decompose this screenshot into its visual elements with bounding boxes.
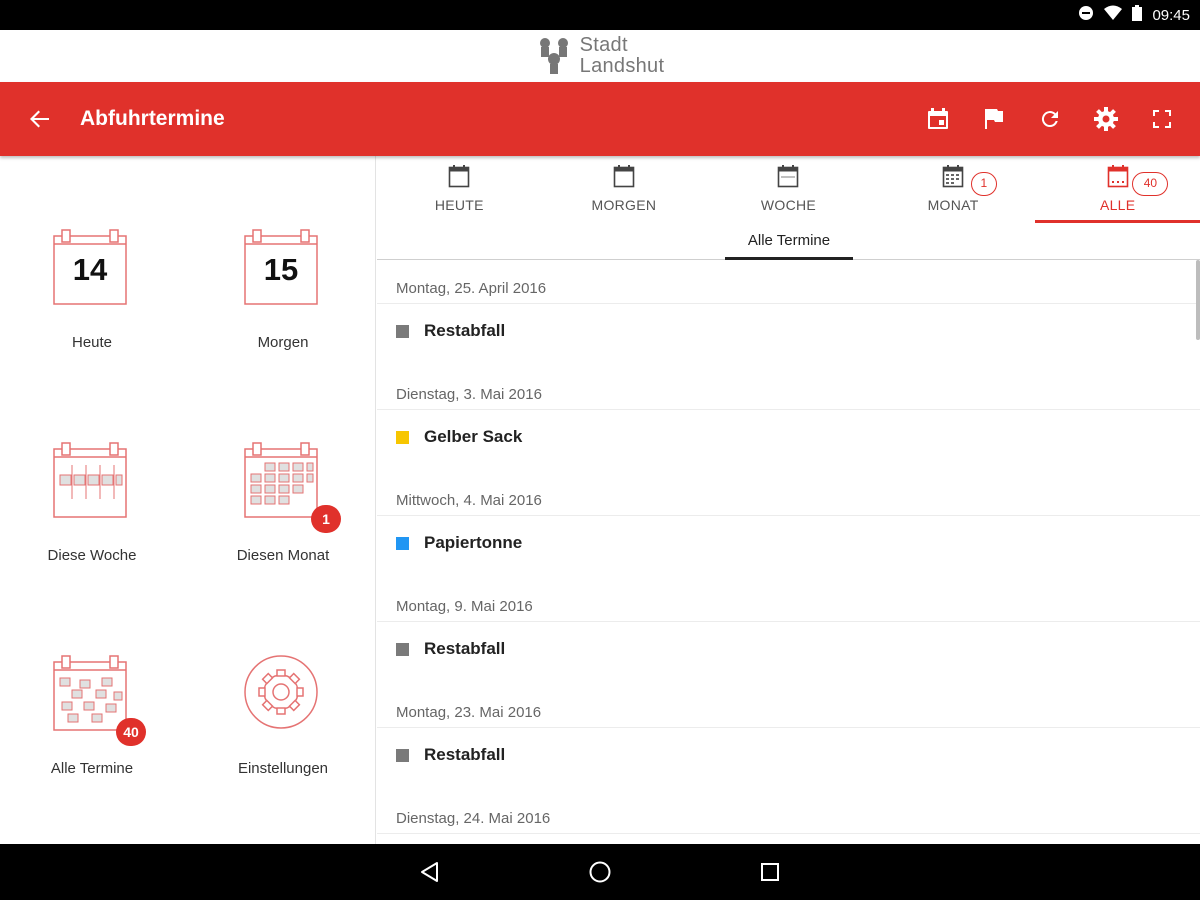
circle-home-icon [589, 861, 611, 883]
fullscreen-icon [1153, 110, 1171, 128]
calendar-all-icon [1107, 165, 1128, 188]
calendar-month-icon: 1 [243, 441, 341, 533]
date-header: Dienstag, 24. Mai 2016 [377, 790, 1200, 834]
waste-color-swatch [396, 642, 409, 656]
tile-label: Diesen Monat [236, 547, 330, 564]
refresh-icon [1041, 111, 1058, 128]
battery-icon [1132, 5, 1143, 25]
waste-type-label: Restabfall [424, 639, 506, 658]
tab-label: ALLE [1099, 197, 1136, 213]
date-header: Dienstag, 3. Mai 2016 [377, 366, 1200, 410]
waste-type-label: Papiertonne [424, 533, 523, 552]
tile-diese-woche[interactable]: Diese Woche [17, 441, 167, 591]
tab-label: WOCHE [760, 197, 817, 213]
date-header: Mittwoch, 4. Mai 2016 [377, 472, 1200, 516]
system-nav-bar [0, 844, 1200, 900]
tile-label: Diese Woche [47, 547, 137, 564]
logo-line-2: Landshut [579, 55, 665, 77]
shortcut-panel: 14 Heute 15 Morgen Diese Woche 1 Diesen … [0, 156, 376, 844]
waste-color-swatch [396, 748, 409, 762]
tile-label: Morgen [257, 334, 309, 351]
fullscreen-button[interactable] [1134, 91, 1190, 147]
arrow-back-icon [30, 110, 49, 128]
calendar-day-number: 14 [72, 252, 108, 287]
tile-diesen-monat[interactable]: 1 Diesen Monat [208, 441, 358, 591]
calendar-day-icon [448, 165, 470, 188]
appointments-panel: HEUTE MORGEN WOCHE MONAT 1 ALLE 40 Alle … [377, 156, 1200, 844]
tab-label: HEUTE [434, 197, 484, 213]
tab-woche[interactable]: WOCHE [706, 156, 871, 226]
tab-heute[interactable]: HEUTE [377, 156, 542, 226]
tab-alle[interactable]: ALLE 40 [1035, 156, 1200, 226]
date-header: Montag, 9. Mai 2016 [377, 578, 1200, 622]
calendar-month-icon [942, 165, 964, 188]
app-toolbar: Abfuhrtermine [0, 82, 1200, 156]
date-header: Montag, 23. Mai 2016 [377, 684, 1200, 728]
tile-heute[interactable]: 14 Heute [17, 228, 167, 378]
clock-text: 09:45 [1152, 6, 1190, 24]
tile-badge: 40 [116, 718, 146, 746]
waste-color-swatch [396, 324, 409, 338]
waste-type-label: Gelber Sack [424, 427, 523, 446]
waste-type-label: Restabfall [424, 321, 506, 340]
tile-label: Heute [71, 334, 113, 351]
dnd-icon [1078, 5, 1094, 25]
refresh-button[interactable] [1022, 91, 1078, 147]
subtab-alle-termine[interactable]: Alle Termine [725, 226, 853, 260]
flag-icon [985, 109, 1003, 129]
tile-morgen[interactable]: 15 Morgen [208, 228, 358, 378]
tab-badge: 1 [970, 172, 997, 196]
tile-label: Alle Termine [50, 760, 134, 777]
waste-type-label: Restabfall [424, 745, 506, 764]
logo-header: Stadt Landshut [0, 30, 1200, 82]
period-tabs: HEUTE MORGEN WOCHE MONAT 1 ALLE 40 [377, 156, 1200, 226]
calendar-all-icon: 40 [52, 654, 146, 746]
calendar-today-button[interactable] [910, 91, 966, 147]
tab-monat[interactable]: MONAT 1 [871, 156, 1036, 226]
calendar-day-icon [613, 165, 635, 188]
calendar-day-icon: 14 [52, 228, 132, 308]
settings-button[interactable] [1078, 91, 1134, 147]
subtab-bar: Alle Termine [377, 226, 1200, 260]
calendar-today-icon [928, 108, 948, 129]
nav-home-button[interactable] [580, 852, 620, 892]
date-header: Montag, 25. April 2016 [377, 260, 1200, 304]
nav-recents-button[interactable] [750, 852, 790, 892]
tile-einstellungen[interactable]: Einstellungen [208, 654, 358, 804]
status-bar: 09:45 [0, 0, 1200, 30]
waste-color-swatch [396, 536, 409, 550]
tab-morgen[interactable]: MORGEN [542, 156, 707, 226]
list-item[interactable]: Gelber Sack [377, 410, 1200, 472]
nav-back-button[interactable] [410, 852, 450, 892]
triangle-back-icon [421, 862, 438, 882]
flag-button[interactable] [966, 91, 1022, 147]
tab-label: MORGEN [591, 197, 657, 213]
tab-label: MONAT [927, 197, 979, 213]
calendar-day-number: 15 [263, 252, 299, 287]
tile-label: Einstellungen [237, 760, 329, 777]
wifi-icon [1104, 5, 1123, 25]
settings-icon [1094, 107, 1118, 131]
back-button[interactable] [0, 82, 80, 156]
calendar-day-icon: 15 [243, 228, 323, 308]
calendar-week-icon [778, 165, 799, 188]
waste-color-swatch [396, 430, 409, 444]
tile-badge: 1 [311, 505, 341, 533]
square-recents-icon [761, 863, 779, 881]
list-item[interactable]: Restabfall [377, 622, 1200, 684]
list-item[interactable]: Restabfall [377, 304, 1200, 366]
scrollbar[interactable] [1196, 260, 1200, 340]
appointment-list: Montag, 25. April 2016 Restabfall Dienst… [377, 260, 1200, 834]
list-item[interactable]: Papiertonne [377, 516, 1200, 578]
stadt-landshut-logo: Stadt Landshut [536, 35, 665, 77]
page-title: Abfuhrtermine [80, 107, 225, 130]
tile-alle-termine[interactable]: 40 Alle Termine [17, 654, 167, 804]
tab-indicator [1035, 220, 1200, 223]
coat-of-arms-icon [539, 38, 568, 74]
tab-badge: 40 [1132, 172, 1169, 196]
list-item[interactable]: Restabfall [377, 728, 1200, 790]
logo-line-1: Stadt [579, 34, 628, 56]
settings-gear-icon [243, 654, 323, 734]
calendar-week-icon [52, 441, 132, 521]
